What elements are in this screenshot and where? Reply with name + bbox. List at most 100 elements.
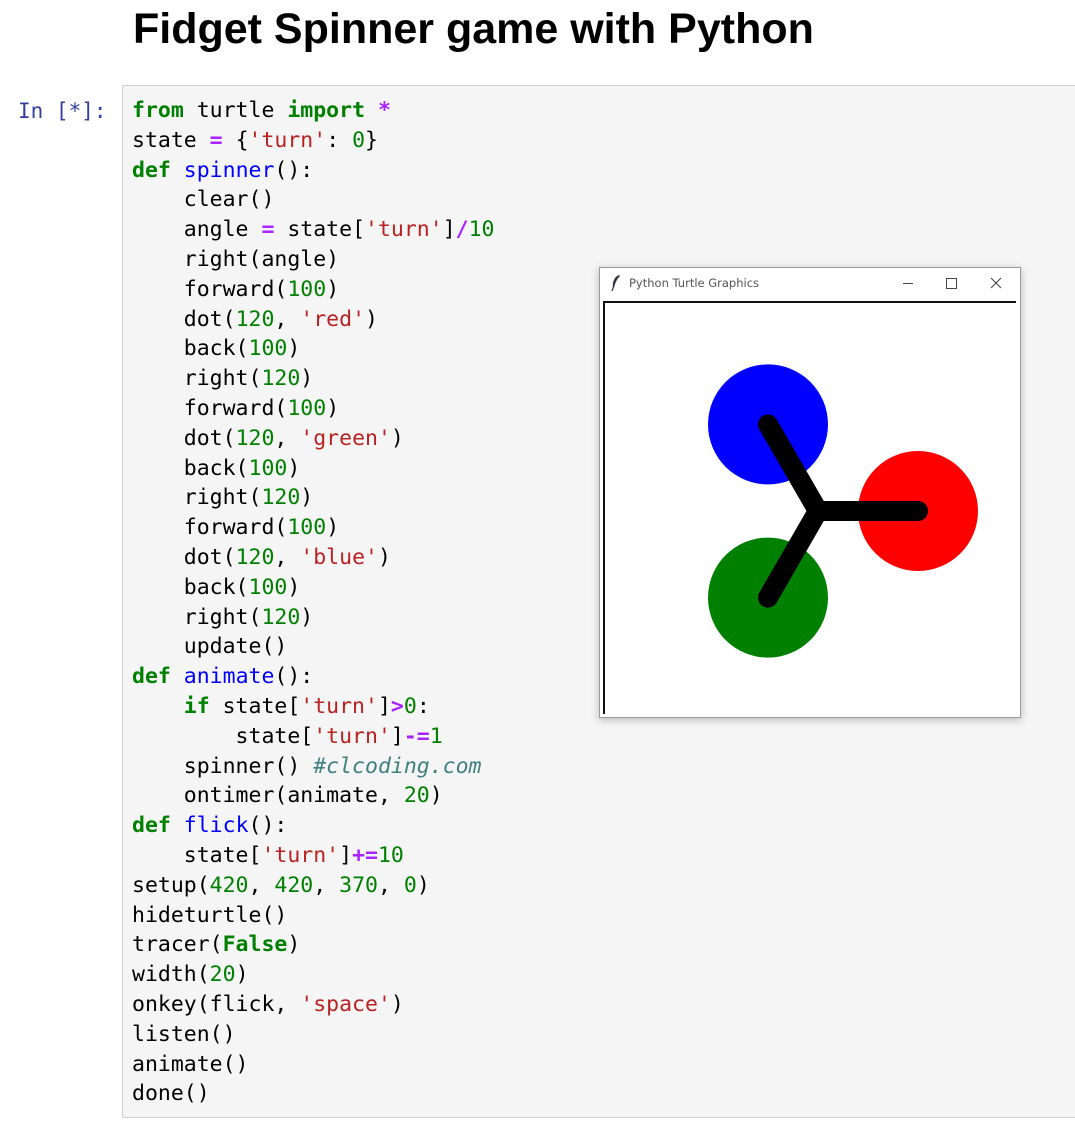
code-line: forward(100): [132, 275, 494, 305]
code-token: -=: [403, 723, 430, 749]
code-token: 'green': [300, 425, 391, 451]
code-token: 100: [287, 276, 327, 302]
code-line: forward(100): [132, 513, 494, 543]
code-token: ,: [274, 425, 301, 451]
code-token: 100: [248, 574, 288, 600]
code-token: state[: [209, 693, 301, 719]
code-token: :: [326, 127, 353, 153]
code-token: ): [326, 276, 340, 302]
code-line: right(120): [132, 364, 494, 394]
turtle-graphics-window[interactable]: Python Turtle Graphics: [599, 267, 1021, 718]
code-token: ]: [442, 217, 456, 243]
code-token: 20: [209, 962, 236, 988]
code-line: def animate():: [132, 662, 494, 692]
code-token: dot(: [132, 544, 236, 570]
code-token: tracer(: [132, 932, 223, 958]
code-token: 'space': [300, 991, 391, 1017]
code-token: 10: [377, 842, 404, 868]
code-token: animate(): [132, 1051, 249, 1077]
code-token: 'turn': [248, 127, 327, 153]
code-token: 0: [403, 872, 417, 898]
code-token: ]: [390, 723, 404, 749]
turtle-canvas[interactable]: [603, 301, 1016, 714]
code-token: ): [390, 991, 404, 1017]
code-token: 'turn': [261, 842, 340, 868]
code-token: done(): [132, 1081, 210, 1107]
code-token: 0: [352, 127, 366, 153]
window-title: Python Turtle Graphics: [629, 276, 760, 290]
code-token: ]: [377, 693, 391, 719]
code-token: forward(: [132, 276, 288, 302]
code-token: 120: [261, 366, 301, 392]
code-editor[interactable]: from turtle import * state = {'turn': 0} d…: [132, 96, 494, 1109]
code-token: ): [235, 962, 249, 988]
code-token: #clcoding.com: [313, 753, 482, 779]
code-token: dot(: [132, 306, 236, 332]
code-token: {: [222, 127, 249, 153]
page-title: Fidget Spinner game with Python: [133, 5, 814, 53]
code-token: ): [390, 425, 404, 451]
code-line: ontimer(animate, 20): [132, 781, 494, 811]
code-line: animate(): [132, 1050, 494, 1080]
code-token: 100: [287, 395, 327, 421]
code-token: state[: [132, 723, 314, 749]
code-token: ): [287, 932, 301, 958]
code-token: :: [416, 693, 430, 719]
code-token: animate: [183, 664, 275, 690]
code-token: 1: [429, 723, 443, 749]
code-token: ): [287, 336, 301, 362]
code-token: ,: [248, 872, 275, 898]
code-line: width(20): [132, 960, 494, 990]
code-line: from turtle import *: [132, 96, 494, 126]
code-token: turtle: [183, 98, 288, 123]
code-token: 0: [403, 693, 417, 719]
code-line: back(100): [132, 454, 494, 484]
code-token: ): [377, 544, 391, 570]
code-token: 120: [261, 604, 301, 630]
minimize-button[interactable]: [886, 268, 930, 299]
code-token: width(: [132, 962, 210, 988]
code-token: ): [326, 395, 340, 421]
code-token: angle: [132, 217, 262, 243]
code-token: right(: [132, 604, 262, 630]
code-token: 100: [248, 336, 288, 362]
code-line: state['turn']+=10: [132, 841, 494, 871]
code-token: hideturtle(): [132, 902, 288, 928]
code-line: forward(100): [132, 394, 494, 424]
code-line: right(120): [132, 483, 494, 513]
code-token: 370: [339, 872, 378, 898]
code-line: listen(): [132, 1020, 494, 1050]
code-token: ():: [248, 813, 288, 839]
code-token: *: [377, 98, 391, 123]
code-token: >: [390, 693, 404, 719]
code-line: onkey(flick, 'space'): [132, 990, 494, 1020]
close-button[interactable]: [974, 268, 1018, 299]
maximize-button[interactable]: [930, 268, 974, 299]
code-token: 420: [274, 872, 314, 898]
code-token: ,: [274, 544, 301, 570]
window-titlebar[interactable]: Python Turtle Graphics: [600, 268, 1020, 299]
code-token: def: [132, 157, 171, 183]
code-token: False: [222, 932, 288, 958]
code-token: state: [132, 127, 210, 153]
code-token: ():: [274, 664, 314, 690]
code-line: if state['turn']>0:: [132, 692, 494, 722]
code-token: import: [287, 98, 366, 123]
code-line: right(120): [132, 603, 494, 633]
code-token: def: [132, 664, 171, 690]
spinner-drawing: [708, 364, 978, 658]
code-token: 'turn': [365, 217, 443, 243]
code-token: right(: [132, 366, 262, 392]
code-token: back(: [132, 574, 249, 600]
code-line: def spinner():: [132, 156, 494, 186]
code-token: =: [261, 217, 275, 243]
code-token: =: [209, 127, 223, 153]
code-token: forward(: [132, 515, 288, 541]
code-line: back(100): [132, 573, 494, 603]
code-token: 120: [235, 544, 275, 570]
code-token: /: [455, 217, 469, 243]
